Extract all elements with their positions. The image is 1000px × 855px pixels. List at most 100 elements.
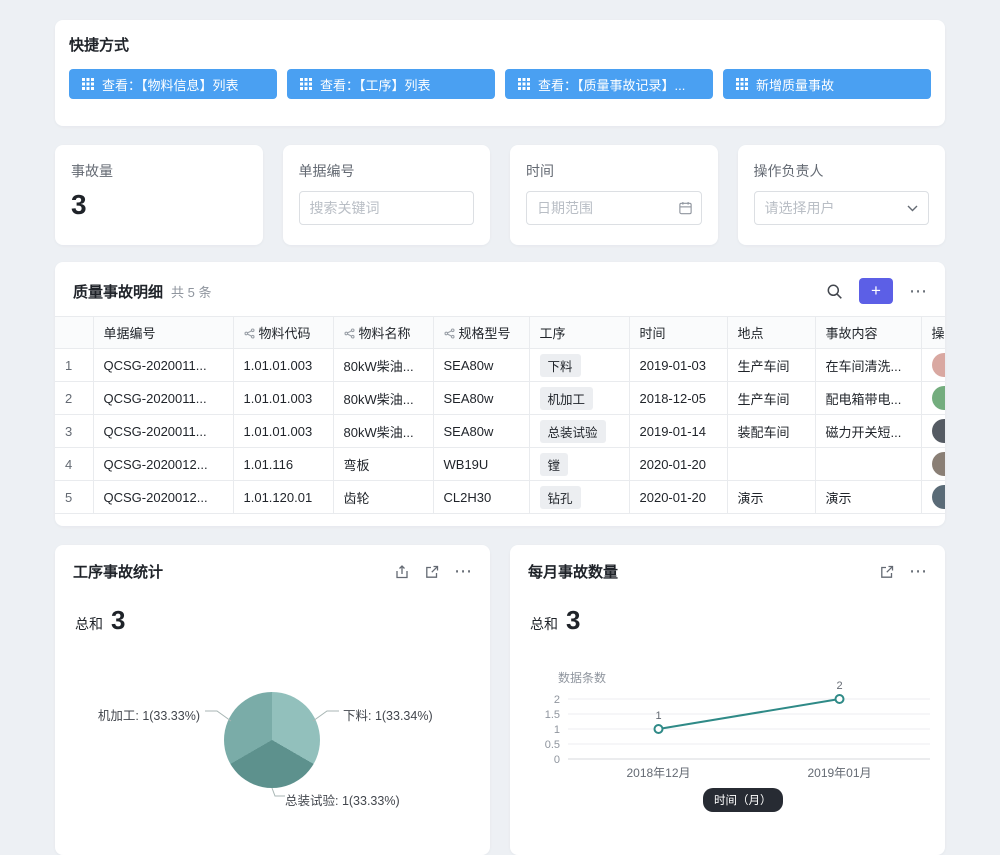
operator-select[interactable]: 请选择用户 [754, 191, 930, 225]
table-row[interactable]: 3QCSG-2020011...1.01.01.00380kW柴油...SEA8… [55, 415, 945, 448]
pie-total-label: 总和 [75, 614, 103, 634]
cell-spec-model: WB19U [433, 448, 529, 481]
chevron-down-icon [907, 205, 918, 212]
shortcut-button-label: 查看：【工序】列表 [320, 75, 431, 94]
export-button[interactable] [394, 564, 410, 580]
cell-doc-number: QCSG-2020011... [93, 415, 233, 448]
cell-row-number: 2 [55, 382, 93, 415]
shortcut-button-label: 新增质量事故 [756, 75, 834, 94]
search-icon [826, 283, 843, 300]
cell-spec-model: SEA80w [433, 382, 529, 415]
table-row[interactable]: 1QCSG-2020011...1.01.01.00380kW柴油...SEA8… [55, 349, 945, 382]
cell-spec-model: SEA80w [433, 415, 529, 448]
column-header[interactable]: 物料名称 [333, 317, 433, 349]
cell-material-code: 1.01.120.01 [233, 481, 333, 514]
table-header-row: 单据编号物料代码物料名称规格型号工序时间地点事故内容操作负责人 [55, 317, 945, 349]
search-button[interactable] [826, 283, 843, 300]
export-icon [394, 564, 410, 580]
cell-place: 生产车间 [727, 382, 815, 415]
column-header[interactable]: 单据编号 [93, 317, 233, 349]
stat-value: 3 [71, 189, 247, 221]
grid-icon [736, 78, 748, 90]
column-header[interactable]: 工序 [529, 317, 629, 349]
row-number-header [55, 317, 93, 349]
pie-more-button[interactable]: ⋯ [454, 561, 472, 582]
date-range-input[interactable] [526, 191, 702, 225]
filter-label-time: 时间 [526, 161, 702, 181]
avatar [932, 353, 946, 377]
cell-material-code: 1.01.01.003 [233, 349, 333, 382]
grid-icon [300, 78, 312, 90]
cell-process: 下料 [529, 349, 629, 382]
svg-text:2018年12月: 2018年12月 [626, 766, 690, 780]
cell-doc-number: QCSG-2020012... [93, 481, 233, 514]
cell-process: 总装试验 [529, 415, 629, 448]
avatar [932, 386, 946, 410]
cell-doc-number: QCSG-2020011... [93, 382, 233, 415]
cell-process: 钻孔 [529, 481, 629, 514]
svg-text:0.5: 0.5 [545, 739, 560, 751]
filter-card-operator: 操作负责人 请选择用户 [738, 145, 946, 245]
shortcut-button-4[interactable]: 新增质量事故 [723, 69, 931, 99]
filter-card-time: 时间 [510, 145, 718, 245]
line-more-button[interactable]: ⋯ [909, 561, 927, 582]
filter-label-doc-number: 单据编号 [299, 161, 475, 181]
svg-text:1: 1 [655, 710, 661, 722]
column-header[interactable]: 物料代码 [233, 317, 333, 349]
cell-material-name: 80kW柴油... [333, 382, 433, 415]
calendar-icon[interactable] [678, 201, 693, 216]
column-header[interactable]: 时间 [629, 317, 727, 349]
cell-material-name: 齿轮 [333, 481, 433, 514]
shortcuts-title: 快捷方式 [69, 34, 931, 55]
pie-label-blanking: 下料: 1(33.34%) [343, 705, 433, 724]
add-record-button[interactable]: + [859, 278, 893, 304]
cell-content: 在车间清洗... [815, 349, 921, 382]
cell-place [727, 448, 815, 481]
open-fullscreen-button[interactable] [879, 564, 895, 580]
cell-place: 演示 [727, 481, 815, 514]
pie-chart-title: 工序事故统计 [73, 561, 163, 582]
process-tag: 机加工 [540, 387, 594, 410]
column-header[interactable]: 地点 [727, 317, 815, 349]
line-chart-x-axis-label: 时间（月） [703, 788, 783, 812]
linked-field-icon [444, 328, 455, 339]
shortcuts-card: 快捷方式 查看：【物料信息】列表 查看：【工序】列表 查看：【质量事故记录】... 新… [55, 20, 945, 126]
filters-row: 事故量 3 单据编号 时间 操作负责人 请选择用户 [55, 145, 945, 245]
cell-operator [921, 415, 945, 448]
filter-label-operator: 操作负责人 [754, 161, 930, 181]
cell-spec-model: SEA80w [433, 349, 529, 382]
cell-row-number: 4 [55, 448, 93, 481]
table-row[interactable]: 4QCSG-2020012...1.01.116弯板WB19U镗2020-01-… [55, 448, 945, 481]
open-fullscreen-button[interactable] [424, 564, 440, 580]
monthly-accidents-chart-card: 每月事故数量 ⋯ 总和 3 数据条数 00.511.52122018年12月20… [510, 545, 945, 855]
table-count: 共 5 条 [171, 282, 211, 301]
cell-operator [921, 349, 945, 382]
column-header[interactable]: 事故内容 [815, 317, 921, 349]
line-total-label: 总和 [530, 614, 558, 634]
grid-icon [518, 78, 530, 90]
shortcut-button-3[interactable]: 查看：【质量事故记录】... [505, 69, 713, 99]
cell-date: 2020-01-20 [629, 481, 727, 514]
cell-process: 机加工 [529, 382, 629, 415]
table-row[interactable]: 5QCSG-2020012...1.01.120.01齿轮CL2H30钻孔202… [55, 481, 945, 514]
shortcut-button-1[interactable]: 查看：【物料信息】列表 [69, 69, 277, 99]
svg-text:2: 2 [836, 680, 842, 692]
column-header[interactable]: 规格型号 [433, 317, 529, 349]
line-total-value: 3 [566, 605, 580, 636]
cell-row-number: 3 [55, 415, 93, 448]
cell-content: 演示 [815, 481, 921, 514]
line-chart-title: 每月事故数量 [528, 561, 618, 582]
cell-place: 装配车间 [727, 415, 815, 448]
process-tag: 钻孔 [540, 486, 581, 509]
svg-text:0: 0 [554, 754, 560, 766]
process-tag: 总装试验 [540, 420, 606, 443]
cell-content: 配电箱带电... [815, 382, 921, 415]
column-header[interactable]: 操作负责人 [921, 317, 945, 349]
doc-number-search-input[interactable] [299, 191, 475, 225]
process-tag: 下料 [540, 354, 581, 377]
cell-content [815, 448, 921, 481]
shortcut-button-2[interactable]: 查看：【工序】列表 [287, 69, 495, 99]
shortcut-buttons: 查看：【物料信息】列表 查看：【工序】列表 查看：【质量事故记录】... 新增质量事故 [69, 69, 931, 99]
table-row[interactable]: 2QCSG-2020011...1.01.01.00380kW柴油...SEA8… [55, 382, 945, 415]
table-more-button[interactable]: ⋯ [909, 281, 927, 302]
